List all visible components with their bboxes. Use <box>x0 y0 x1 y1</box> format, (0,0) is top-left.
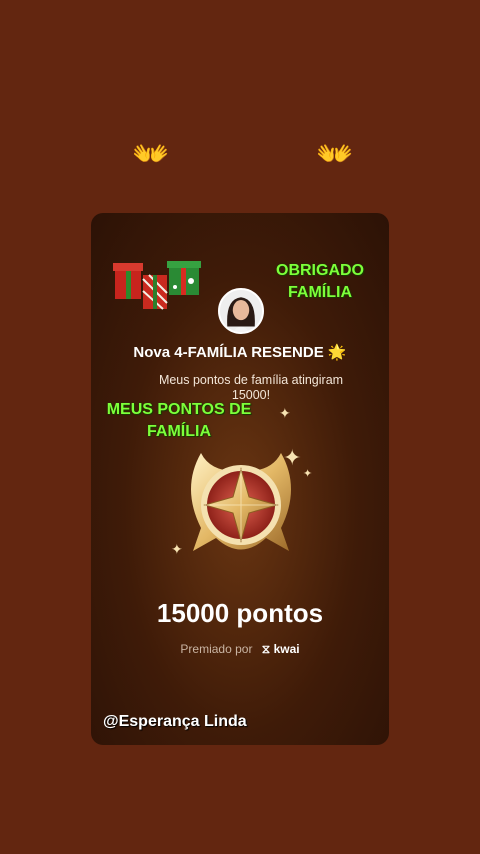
points-total: 15000 pontos <box>156 598 324 628</box>
points-overlay-line-1: MEUS PONTOS DE <box>106 401 252 418</box>
creator-handle[interactable]: @Esperança Linda <box>103 713 247 731</box>
thanks-overlay-text: OBRIGADO FAMÍLIA <box>259 260 381 304</box>
brand-name: kwai <box>273 642 300 656</box>
thanks-line-1: OBRIGADO <box>276 262 364 279</box>
awarded-by-label: Premiado por <box>180 642 253 656</box>
achievement-card: OBRIGADO FAMÍLIA Nova 4-FAMÍLIA RESENDE … <box>91 213 389 745</box>
gift-boxes-icon <box>113 261 201 310</box>
hands-emoji-right: 👐 <box>316 138 353 171</box>
family-name: Nova 4-FAMÍLIA RESENDE 🌟 <box>133 344 347 361</box>
thanks-line-2: FAMÍLIA <box>288 284 352 301</box>
avatar[interactable] <box>218 288 264 334</box>
awarded-by: Premiado por ⧖ kwai <box>91 642 389 657</box>
avatar-photo <box>220 290 262 332</box>
kwai-logo-icon: ⧖ kwai <box>261 642 300 656</box>
hands-emoji-left: 👐 <box>132 138 169 171</box>
sparkle-icon: ✦ <box>279 405 291 421</box>
medal-icon <box>191 453 291 551</box>
